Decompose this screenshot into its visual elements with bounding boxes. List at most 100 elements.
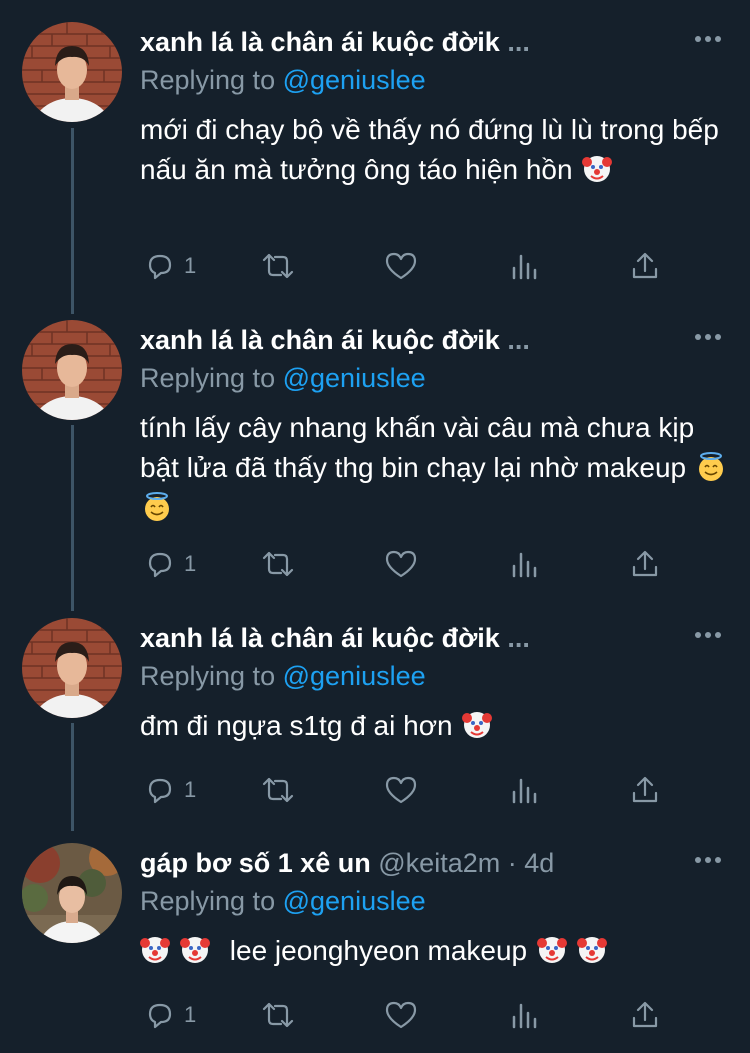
analytics-icon xyxy=(512,1003,537,1029)
share-icon xyxy=(632,1001,658,1028)
heart-icon xyxy=(385,252,417,280)
avatar[interactable] xyxy=(22,843,122,943)
analytics-icon xyxy=(512,552,537,578)
analytics-icon xyxy=(512,254,537,280)
avatar-photo xyxy=(22,320,122,420)
clown-face-icon xyxy=(576,937,607,963)
reply-button[interactable]: 1 xyxy=(144,248,196,284)
retweet-button[interactable] xyxy=(260,997,296,1033)
display-name[interactable]: gáp bơ số 1 xê un xyxy=(140,848,371,878)
reply-count: 1 xyxy=(184,1002,197,1027)
tweet-actions: 1 xyxy=(140,997,680,1037)
retweet-icon xyxy=(262,551,294,577)
more-icon[interactable] xyxy=(694,32,722,46)
smiling-face-with-halo-icon xyxy=(145,492,169,521)
reply-button[interactable]: 1 xyxy=(144,546,196,582)
clown-face-icon xyxy=(582,156,613,182)
retweet-icon xyxy=(262,777,294,803)
tweet[interactable]: xanh lá là chân ái kuộc đờik ... Replyin… xyxy=(0,320,750,600)
tweet-actions: 1 xyxy=(140,248,680,288)
share-icon xyxy=(632,252,658,279)
replying-to-label: Replying to xyxy=(140,65,276,95)
mention-link[interactable]: @geniuslee xyxy=(283,886,426,916)
reply-icon xyxy=(148,778,172,804)
tweet[interactable]: xanh lá là chân ái kuộc đờik ... Replyin… xyxy=(0,618,750,818)
reply-count: 1 xyxy=(184,551,197,576)
mention-link[interactable]: @geniuslee xyxy=(283,661,426,691)
analytics-button[interactable] xyxy=(510,772,538,808)
analytics-icon xyxy=(512,778,537,804)
tweet-actions: 1 xyxy=(140,546,680,586)
clown-face-icon xyxy=(462,712,493,738)
share-button[interactable] xyxy=(630,546,660,582)
smiling-face-with-halo-icon xyxy=(698,452,723,481)
tweet-text-content: tính lấy cây nhang khấn vài câu mà chưa … xyxy=(140,412,695,483)
share-button[interactable] xyxy=(630,772,660,808)
tweet-text: đm đi ngựa s1tg đ ai hơn xyxy=(140,706,730,746)
like-button[interactable] xyxy=(384,772,418,808)
tweet-header: xanh lá là chân ái kuộc đờik ... xyxy=(140,24,680,60)
avatar[interactable] xyxy=(22,320,122,420)
reply-count: 1 xyxy=(184,253,197,278)
like-button[interactable] xyxy=(384,248,418,284)
tweet-text: lee jeonghyeon makeup xyxy=(140,931,730,971)
replying-to-label: Replying to xyxy=(140,886,276,916)
timestamp[interactable]: 4d xyxy=(524,848,554,878)
avatar-photo xyxy=(22,618,122,718)
tweet-text-content: đm đi ngựa s1tg đ ai hơn xyxy=(140,710,453,741)
analytics-button[interactable] xyxy=(510,546,538,582)
retweet-button[interactable] xyxy=(260,546,296,582)
avatar[interactable] xyxy=(22,22,122,122)
share-icon xyxy=(632,550,658,577)
name-truncation: ... xyxy=(507,325,530,355)
like-button[interactable] xyxy=(384,997,418,1033)
tweet[interactable]: gáp bơ số 1 xê un @keita2m · 4d Replying… xyxy=(0,843,750,1043)
replying-to: Replying to @geniuslee xyxy=(140,658,426,694)
avatar-photo xyxy=(22,843,122,943)
tweet-header: gáp bơ số 1 xê un @keita2m · 4d xyxy=(140,845,680,881)
mention-link[interactable]: @geniuslee xyxy=(283,65,426,95)
retweet-button[interactable] xyxy=(260,772,296,808)
avatar[interactable] xyxy=(22,618,122,718)
reply-icon xyxy=(148,254,172,280)
user-handle[interactable]: @keita2m xyxy=(378,848,500,878)
reply-icon xyxy=(148,552,172,578)
reply-button[interactable]: 1 xyxy=(144,772,196,808)
more-icon[interactable] xyxy=(694,628,722,642)
tweet-text: mới đi chạy bộ về thấy nó đứng lù lù tro… xyxy=(140,110,730,190)
avatar-photo xyxy=(22,22,122,122)
mention-link[interactable]: @geniuslee xyxy=(283,363,426,393)
tweet-text-content: mới đi chạy bộ về thấy nó đứng lù lù tro… xyxy=(140,114,719,185)
name-truncation: ... xyxy=(507,623,530,653)
tweet[interactable]: xanh lá là chân ái kuộc đờik ... Replyin… xyxy=(0,22,750,302)
analytics-button[interactable] xyxy=(510,248,538,284)
name-truncation: ... xyxy=(507,27,530,57)
retweet-icon xyxy=(262,1002,294,1028)
reply-button[interactable]: 1 xyxy=(144,997,196,1033)
display-name[interactable]: xanh lá là chân ái kuộc đờik xyxy=(140,27,500,57)
clown-face-icon xyxy=(140,937,170,963)
clown-face-icon xyxy=(180,937,210,963)
tweet-text: tính lấy cây nhang khấn vài câu mà chưa … xyxy=(140,408,730,528)
like-button[interactable] xyxy=(384,546,418,582)
display-name[interactable]: xanh lá là chân ái kuộc đờik xyxy=(140,325,500,355)
heart-icon xyxy=(385,776,417,804)
reply-icon xyxy=(148,1003,172,1029)
reply-count: 1 xyxy=(184,777,197,802)
share-button[interactable] xyxy=(630,248,660,284)
separator-dot: · xyxy=(507,848,517,878)
more-icon[interactable] xyxy=(694,853,722,867)
retweet-button[interactable] xyxy=(260,248,296,284)
tweet-header: xanh lá là chân ái kuộc đờik ... xyxy=(140,620,680,656)
share-icon xyxy=(632,776,658,803)
analytics-button[interactable] xyxy=(510,997,538,1033)
retweet-icon xyxy=(262,253,294,279)
replying-to-label: Replying to xyxy=(140,661,276,691)
display-name[interactable]: xanh lá là chân ái kuộc đờik xyxy=(140,623,500,653)
tweet-text-content: lee jeonghyeon makeup xyxy=(229,935,528,966)
heart-icon xyxy=(385,1001,417,1029)
heart-icon xyxy=(385,550,417,578)
tweet-header: xanh lá là chân ái kuộc đờik ... xyxy=(140,322,680,358)
more-icon[interactable] xyxy=(694,330,722,344)
share-button[interactable] xyxy=(630,997,660,1033)
